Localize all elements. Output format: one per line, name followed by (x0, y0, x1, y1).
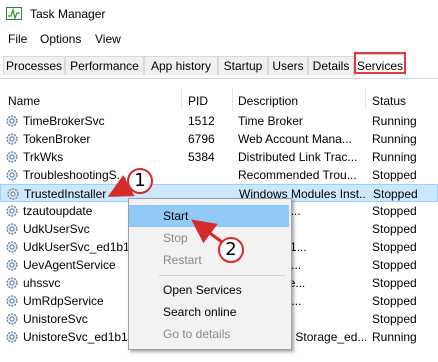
column-divider[interactable] (232, 88, 233, 110)
context-start-label: Start (163, 209, 189, 223)
gear-icon (6, 241, 18, 253)
service-description: Time Broker (238, 114, 303, 128)
service-status: Stopped (372, 276, 417, 290)
service-status: Stopped (372, 168, 417, 182)
service-status: Stopped (372, 204, 417, 218)
gear-icon (6, 151, 18, 163)
gear-icon (6, 133, 18, 145)
gear-icon (6, 115, 18, 127)
table-row[interactable]: TimeBrokerSvc 1512 Time Broker Running (0, 112, 438, 130)
tab-details[interactable]: Details (308, 56, 354, 75)
service-name: TokenBroker (23, 132, 91, 146)
context-go-to-details-label: Go to details (163, 327, 231, 341)
service-name: TroubleshootingS... (23, 168, 127, 182)
column-divider[interactable] (181, 88, 182, 110)
context-search-online[interactable]: Search online (129, 301, 289, 323)
service-pid: 6796 (188, 132, 215, 146)
header-description[interactable]: Description (238, 94, 298, 108)
service-status: Stopped (372, 222, 417, 236)
gear-icon (6, 223, 18, 235)
tab-startup[interactable]: Startup (218, 56, 268, 75)
service-status: Running (372, 132, 417, 146)
context-open-services[interactable]: Open Services (129, 279, 289, 301)
column-divider[interactable] (365, 88, 366, 110)
header-status[interactable]: Status (372, 94, 406, 108)
gear-icon (6, 277, 18, 289)
services-tab-highlight (354, 52, 406, 74)
callout-1: 1 (127, 168, 153, 194)
menu-options[interactable]: Options (40, 32, 81, 46)
service-status: Stopped (372, 240, 417, 254)
gear-icon (6, 259, 18, 271)
service-name: TrkWks (23, 150, 64, 164)
gear-icon (6, 313, 18, 325)
gear-icon (7, 188, 19, 200)
table-row[interactable]: TrkWks 5384 Distributed Link Trac... Runnin… (0, 148, 438, 166)
context-stop-label: Stop (163, 231, 188, 245)
gear-icon (6, 169, 18, 181)
context-menu: Start Stop Restart Open Services Search … (128, 198, 292, 350)
tab-performance[interactable]: Performance (65, 56, 144, 75)
tab-users[interactable]: Users (268, 56, 308, 75)
service-description: Distributed Link Trac... (238, 150, 358, 164)
service-description: Recommended Trou... (238, 168, 357, 182)
title-bar: Task Manager (0, 0, 438, 30)
header-name[interactable]: Name (8, 94, 40, 108)
tab-processes[interactable]: Processes (3, 56, 65, 75)
context-open-services-label: Open Services (163, 283, 242, 297)
callout-2: 2 (218, 237, 244, 263)
tab-app-history[interactable]: App history (144, 56, 218, 75)
service-pid: 1512 (188, 114, 215, 128)
context-restart-label: Restart (163, 253, 202, 267)
service-status: Running (372, 150, 417, 164)
gear-icon (6, 331, 18, 343)
service-name: TimeBrokerSvc (23, 114, 105, 128)
window-title: Task Manager (30, 7, 106, 21)
context-stop: Stop (129, 227, 289, 249)
table-row[interactable]: TroubleshootingS... Recommended Trou... St… (0, 166, 438, 184)
context-go-to-details: Go to details (129, 323, 289, 345)
context-search-online-label: Search online (163, 305, 237, 319)
context-restart: Restart (129, 249, 289, 271)
table-row[interactable]: TokenBroker 6796 Web Account Mana... Runnin… (0, 130, 438, 148)
service-status: Stopped (373, 187, 418, 201)
service-description: Web Account Mana... (238, 132, 352, 146)
service-status: Running (372, 114, 417, 128)
menu-file[interactable]: File (8, 32, 27, 46)
menu-bar: File Options View (0, 30, 438, 50)
context-start[interactable]: Start (129, 205, 289, 227)
gear-icon (6, 295, 18, 307)
service-status: Stopped (372, 294, 417, 308)
service-status: Stopped (372, 258, 417, 272)
service-pid: 5384 (188, 150, 215, 164)
column-headers: Name PID Description Status (0, 88, 438, 110)
service-status: Running (372, 330, 417, 344)
context-separator (159, 275, 285, 276)
task-manager-icon (6, 7, 22, 21)
gear-icon (6, 205, 18, 217)
header-pid[interactable]: PID (188, 94, 208, 108)
service-status: Stopped (372, 312, 417, 326)
menu-view[interactable]: View (95, 32, 121, 46)
